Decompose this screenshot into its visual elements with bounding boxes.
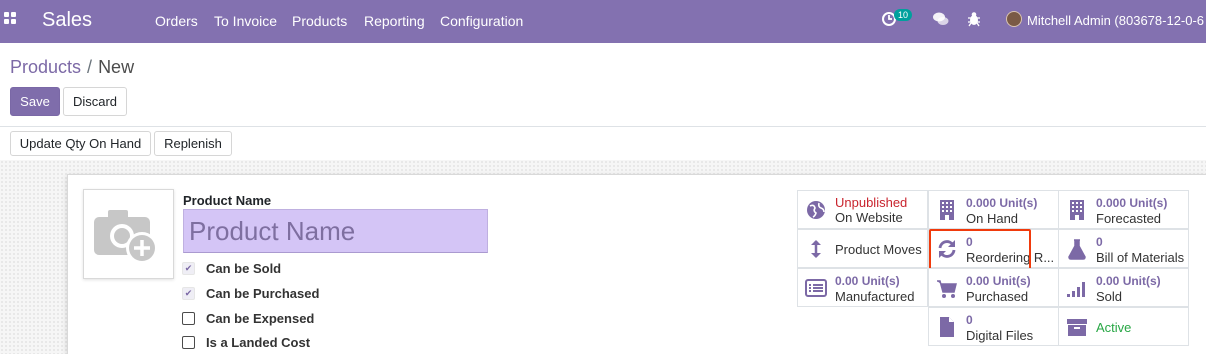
flask-icon xyxy=(1068,239,1086,260)
camera-plus-icon xyxy=(94,210,158,264)
menu-products[interactable]: Products xyxy=(292,13,347,29)
is-landed-cost-checkbox[interactable] xyxy=(182,335,195,349)
control-panel-divider xyxy=(0,126,1206,127)
update-qty-on-hand-button[interactable]: Update Qty On Hand xyxy=(10,131,151,156)
forecasted-label: Forecasted xyxy=(1096,211,1162,226)
product-name-label: Product Name xyxy=(183,193,272,208)
save-button[interactable]: Save xyxy=(10,87,60,116)
website-publish-smart-button[interactable]: Unpublished On Website xyxy=(797,190,928,229)
on-hand-value: 0.000 Unit(s) xyxy=(966,196,1038,210)
forecasted-value: 0.000 Unit(s) xyxy=(1096,196,1168,210)
reordering-rules-highlight xyxy=(929,229,1031,270)
menu-to-invoice[interactable]: To Invoice xyxy=(214,13,277,29)
digital-files-smart-button[interactable]: 0 Digital Files xyxy=(928,307,1059,346)
product-name-input[interactable]: Product Name xyxy=(183,209,488,253)
can-be-sold-checkbox[interactable]: ✔ xyxy=(182,261,195,275)
manufactured-value: 0.00 Unit(s) xyxy=(835,274,900,288)
manufactured-smart-button[interactable]: 0.00 Unit(s) Manufactured xyxy=(797,268,928,307)
list-icon xyxy=(805,279,827,297)
apps-menu-icon[interactable] xyxy=(4,12,18,26)
can-be-expensed-checkbox-row[interactable]: Can be Expensed xyxy=(182,310,314,326)
is-landed-cost-checkbox-row[interactable]: Is a Landed Cost xyxy=(182,334,310,350)
user-menu[interactable]: Mitchell Admin (803678-12-0-6 xyxy=(1027,13,1204,28)
building-icon xyxy=(1070,200,1084,220)
active-toggle-smart-button[interactable]: Active xyxy=(1058,307,1189,346)
sold-label: Sold xyxy=(1096,289,1123,304)
menu-reporting[interactable]: Reporting xyxy=(364,13,425,29)
purchased-smart-button[interactable]: 0.00 Unit(s) Purchased xyxy=(928,268,1059,307)
top-navbar: Sales Orders To Invoice Products Reporti… xyxy=(0,0,1206,43)
can-be-expensed-label: Can be Expensed xyxy=(206,310,315,326)
breadcrumb: Products / New xyxy=(10,57,134,78)
breadcrumb-products-link[interactable]: Products xyxy=(10,57,81,77)
menu-orders[interactable]: Orders xyxy=(155,13,198,29)
bill-of-materials-smart-button[interactable]: 0 Bill of Materials xyxy=(1058,229,1189,268)
bom-label: Bill of Materials xyxy=(1096,250,1185,265)
product-moves-smart-button[interactable]: Product Moves xyxy=(797,229,928,268)
archive-icon xyxy=(1067,319,1087,336)
activity-count-badge: 10 xyxy=(894,9,913,21)
signal-icon xyxy=(1067,282,1085,297)
can-be-purchased-label: Can be Purchased xyxy=(206,285,320,301)
product-image-upload[interactable] xyxy=(83,189,174,279)
breadcrumb-separator: / xyxy=(87,57,93,77)
can-be-sold-label: Can be Sold xyxy=(206,260,282,276)
on-hand-label: On Hand xyxy=(966,211,1019,226)
manufactured-label: Manufactured xyxy=(835,289,915,304)
purchased-value: 0.00 Unit(s) xyxy=(966,274,1031,288)
user-avatar[interactable] xyxy=(1006,11,1022,27)
arrows-updown-icon xyxy=(811,240,821,258)
digital-files-value: 0 xyxy=(966,313,973,327)
can-be-purchased-checkbox-row[interactable]: ✔ Can be Purchased xyxy=(182,285,319,301)
debug-bug-icon[interactable] xyxy=(967,11,981,27)
purchased-label: Purchased xyxy=(966,289,1029,304)
website-status-label: On Website xyxy=(835,210,903,225)
file-icon xyxy=(940,317,954,337)
product-moves-label: Product Moves xyxy=(835,242,922,257)
breadcrumb-current: New xyxy=(98,57,135,77)
sold-value: 0.00 Unit(s) xyxy=(1096,274,1161,288)
building-icon xyxy=(940,200,954,220)
discard-button[interactable]: Discard xyxy=(63,87,127,116)
active-status-label: Active xyxy=(1096,320,1132,335)
cart-icon xyxy=(937,280,957,298)
can-be-purchased-checkbox[interactable]: ✔ xyxy=(182,286,195,300)
on-hand-smart-button[interactable]: 0.000 Unit(s) On Hand xyxy=(928,190,1059,229)
globe-icon xyxy=(807,201,825,219)
chat-icon[interactable] xyxy=(933,11,949,27)
bom-value: 0 xyxy=(1096,235,1103,249)
is-landed-cost-label: Is a Landed Cost xyxy=(206,334,311,350)
sold-smart-button[interactable]: 0.00 Unit(s) Sold xyxy=(1058,268,1189,307)
can-be-expensed-checkbox[interactable] xyxy=(182,311,195,325)
replenish-button[interactable]: Replenish xyxy=(154,131,232,156)
can-be-sold-checkbox-row[interactable]: ✔ Can be Sold xyxy=(182,260,281,276)
website-status-value: Unpublished xyxy=(835,195,908,210)
digital-files-label: Digital Files xyxy=(966,328,1034,343)
menu-configuration[interactable]: Configuration xyxy=(440,13,523,29)
forecasted-smart-button[interactable]: 0.000 Unit(s) Forecasted xyxy=(1058,190,1189,229)
app-brand[interactable]: Sales xyxy=(42,9,92,32)
